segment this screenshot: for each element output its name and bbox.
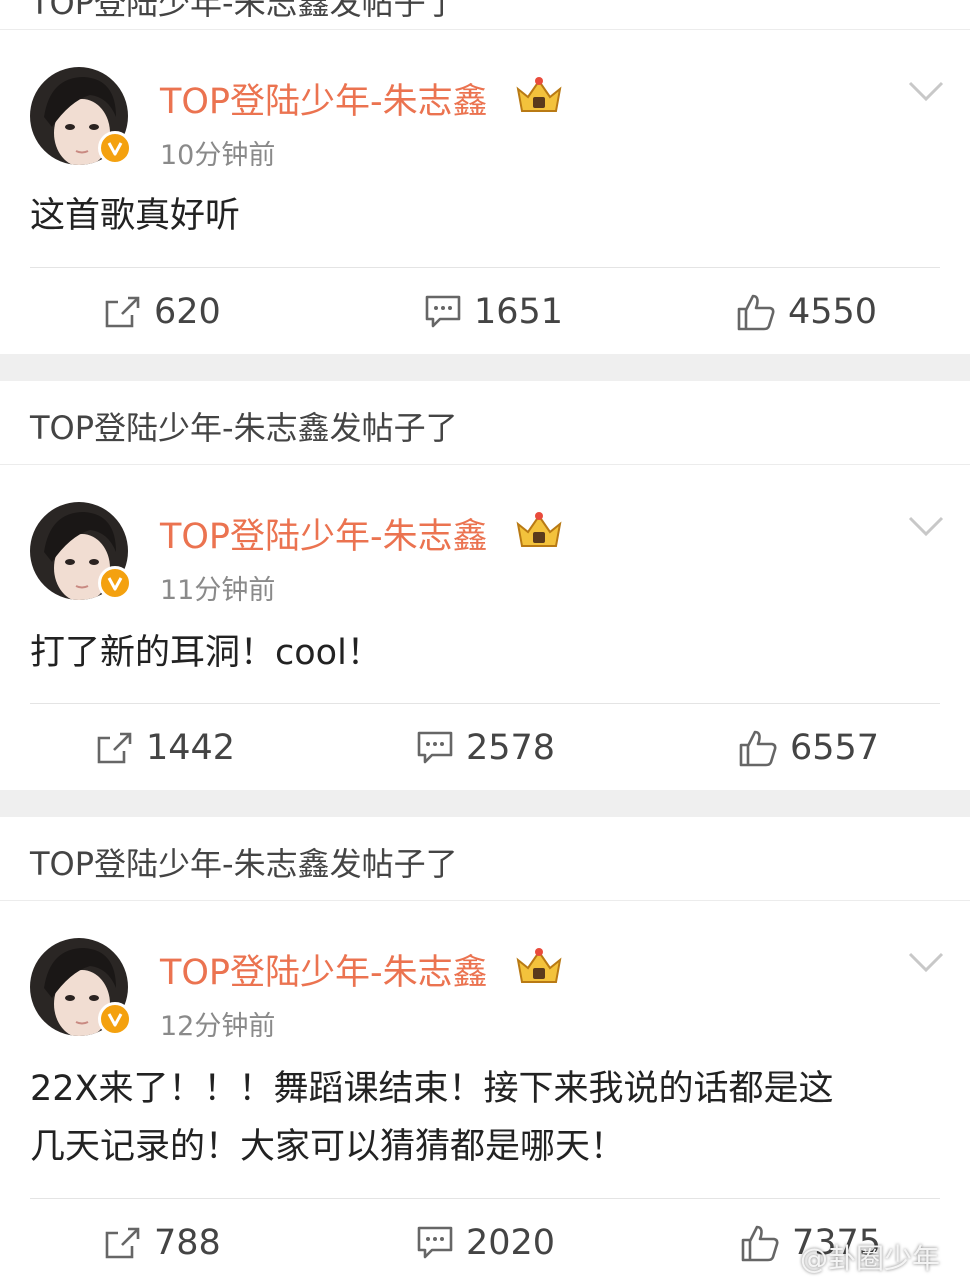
username[interactable]: TOP登陆少年-朱志鑫 [160, 73, 488, 124]
thumbs-up-icon [741, 1225, 779, 1262]
comment-count: 1651 [474, 292, 564, 332]
verified-badge-icon [98, 566, 132, 600]
comment-button[interactable]: 2578 [416, 723, 555, 773]
post-time: 12分钟前 [160, 1011, 276, 1042]
post-header: TOP登陆少年-朱志鑫发帖子了 [0, 817, 970, 901]
comment-icon [425, 295, 461, 328]
comment-button[interactable]: 1651 [424, 287, 563, 337]
post-separator [0, 790, 970, 817]
post-card[interactable]: TOP登陆少年-朱志鑫 12分钟前 22X来了！！！舞蹈课结束！接下来我说的话都… [0, 902, 970, 1280]
verified-badge-icon [98, 1002, 132, 1036]
post-content-line: 几天记录的！大家可以猜猜都是哪天！ [30, 1127, 626, 1167]
post-content: 这首歌真好听 [30, 196, 241, 236]
repost-icon [105, 296, 140, 328]
crown-icon [514, 75, 564, 115]
post-header-text: TOP登陆少年-朱志鑫发帖子了 [30, 845, 458, 883]
comment-button[interactable]: 2020 [416, 1218, 555, 1268]
repost-count: 788 [154, 1223, 221, 1263]
repost-button[interactable]: 1442 [96, 723, 235, 773]
thumbs-up-icon [737, 294, 775, 331]
like-count: 4550 [788, 292, 878, 332]
repost-icon [97, 732, 132, 764]
repost-count: 620 [154, 292, 221, 332]
thumbs-up-icon [739, 730, 777, 767]
repost-button[interactable]: 788 [104, 1218, 221, 1268]
post-content-line: 22X来了！！！舞蹈课结束！接下来我说的话都是这 [30, 1069, 834, 1109]
post-header: TOP登陆少年-朱志鑫发帖子了 [0, 381, 970, 465]
watermark: @卦圈少年 [800, 1242, 941, 1275]
post-card[interactable]: TOP登陆少年-朱志鑫 11分钟前 打了新的耳洞！cool！ 1442 2578… [0, 466, 970, 790]
previous-post-header: TOP登陆少年-朱志鑫发帖子了 [0, 0, 970, 30]
divider [30, 1198, 940, 1199]
username[interactable]: TOP登陆少年-朱志鑫 [160, 944, 488, 995]
repost-icon [105, 1227, 140, 1259]
comment-icon [417, 731, 453, 764]
post-time: 10分钟前 [160, 140, 276, 171]
chevron-down-icon[interactable] [908, 516, 944, 538]
post-content: 22X来了！！！舞蹈课结束！接下来我说的话都是这 几天记录的！大家可以猜猜都是哪… [30, 1060, 940, 1176]
crown-icon [514, 946, 564, 986]
comment-count: 2578 [466, 728, 556, 768]
chevron-down-icon[interactable] [908, 81, 944, 103]
like-button[interactable]: 4550 [736, 287, 877, 337]
chevron-down-icon[interactable] [908, 952, 944, 974]
post-card[interactable]: TOP登陆少年-朱志鑫 10分钟前 这首歌真好听 620 1651 4550 [0, 31, 970, 354]
divider [30, 703, 940, 704]
like-count: 6557 [790, 728, 880, 768]
post-separator [0, 354, 970, 381]
verified-badge-icon [98, 131, 132, 165]
divider [30, 267, 940, 268]
post-header-text: TOP登陆少年-朱志鑫发帖子了 [30, 409, 458, 447]
like-button[interactable]: 6557 [738, 723, 879, 773]
repost-count: 1442 [146, 728, 236, 768]
repost-button[interactable]: 620 [104, 287, 221, 337]
crown-icon [514, 510, 564, 550]
comment-icon [417, 1226, 453, 1259]
post-content: 打了新的耳洞！cool！ [30, 633, 382, 673]
post-time: 11分钟前 [160, 575, 276, 606]
username[interactable]: TOP登陆少年-朱志鑫 [160, 508, 488, 559]
previous-post-header-text: TOP登陆少年-朱志鑫发帖子了 [30, 0, 458, 22]
comment-count: 2020 [466, 1223, 556, 1263]
